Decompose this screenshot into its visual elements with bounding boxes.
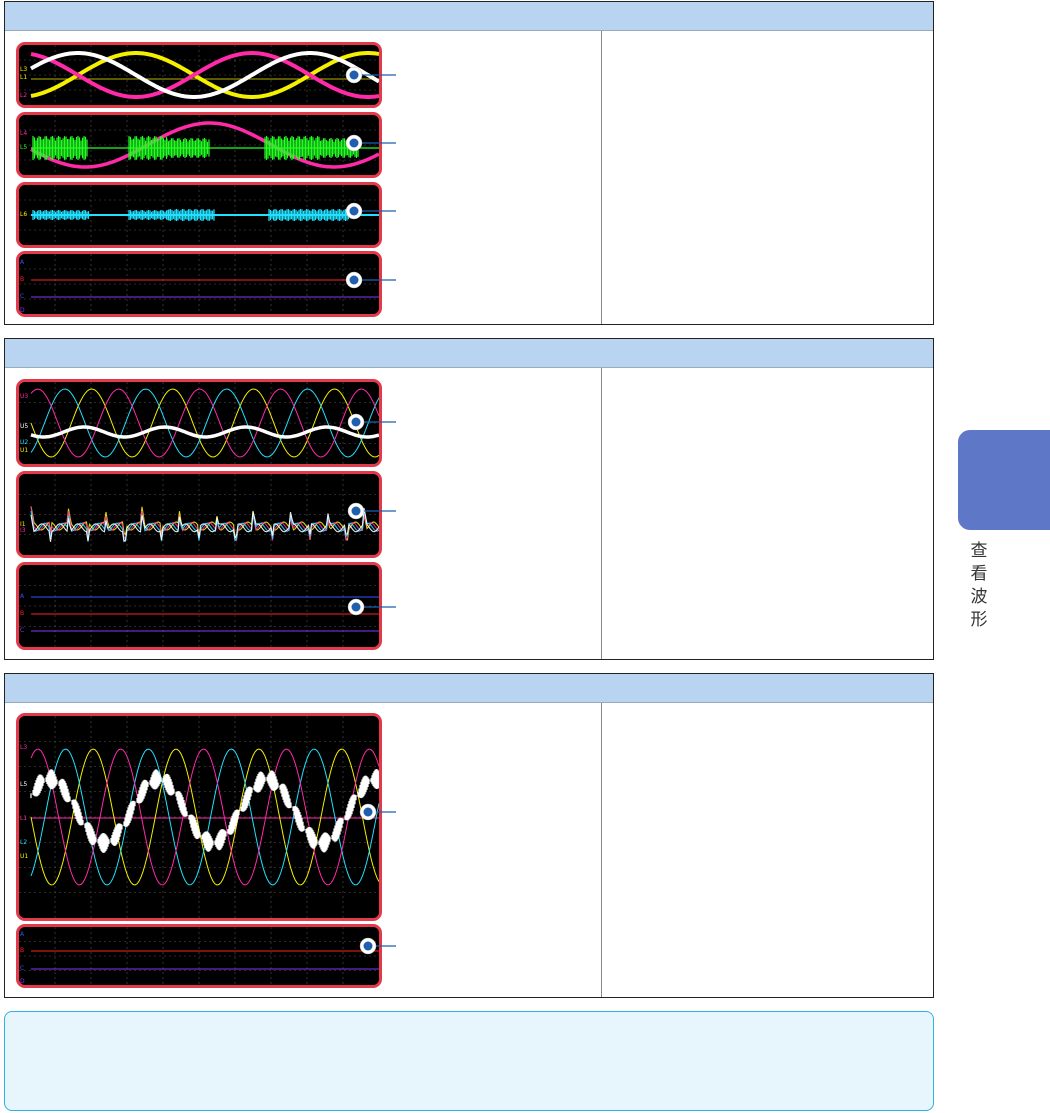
voltage-trace-svg: L3L1 L2 bbox=[19, 45, 379, 105]
waveform-screens: L3 L1 L2 L4 L5 L6 A B CD bbox=[11, 31, 600, 324]
waveform-panel-voltage: L3 L5 L1 L2 U1 bbox=[16, 713, 382, 921]
section-header-2 bbox=[5, 339, 933, 368]
channel-label: B bbox=[20, 610, 24, 617]
waveform-panel-power: L6 bbox=[16, 182, 382, 248]
channel-label: U1 bbox=[20, 853, 28, 860]
chapter-tab[interactable] bbox=[958, 430, 1050, 530]
column-divider bbox=[601, 31, 602, 324]
section-header-3 bbox=[5, 674, 933, 703]
chapter-tab-label: 查 看 波 形 bbox=[970, 541, 988, 630]
current-trace-svg: L4 L5 bbox=[19, 115, 379, 175]
current-trace-svg: I1I3 bbox=[19, 474, 379, 555]
channel-label: B bbox=[20, 276, 24, 283]
channel-label: U1 bbox=[20, 447, 28, 454]
logic-trace-svg: A B C bbox=[19, 565, 379, 647]
l5-burst bbox=[264, 136, 320, 160]
channel-label: L6 bbox=[20, 211, 27, 218]
channel-label: A bbox=[20, 593, 25, 600]
channel-label: L5 bbox=[20, 144, 27, 151]
logic-trace-svg: A B CD bbox=[19, 254, 379, 314]
channel-label: L1 bbox=[20, 815, 27, 822]
l5-burst bbox=[318, 138, 359, 158]
channel-label: C bbox=[20, 627, 24, 634]
channel-label: L3 bbox=[20, 66, 27, 73]
waveform-section-3: L3 L5 L1 L2 U1 A B CD bbox=[4, 673, 934, 998]
power-trace-svg: L6 bbox=[19, 185, 379, 245]
logic-trace-svg: A B CD bbox=[19, 927, 379, 985]
l5-burst bbox=[166, 138, 210, 158]
voltage-trace-svg: L3 L5 L1 L2 U1 bbox=[19, 716, 379, 918]
note-box bbox=[4, 1011, 934, 1111]
channel-label: A bbox=[20, 931, 25, 938]
channel-label: B bbox=[20, 947, 24, 954]
waveform-panel-logic: A B C bbox=[16, 562, 382, 650]
l5-burst bbox=[32, 136, 88, 160]
channel-label: U2 bbox=[20, 439, 28, 446]
channel-label: L1 bbox=[20, 74, 27, 81]
l5-voltage-trace bbox=[30, 769, 379, 853]
channel-label: D bbox=[20, 307, 25, 314]
section-header-1 bbox=[5, 2, 933, 31]
channel-label: U5 bbox=[20, 423, 28, 430]
waveform-panel-logic: A B CD bbox=[16, 924, 382, 988]
u5-voltage-trace bbox=[30, 425, 379, 439]
channel-label: L2 bbox=[20, 92, 27, 99]
waveform-panel-logic: A B CD bbox=[16, 251, 382, 317]
column-divider bbox=[601, 703, 602, 997]
channel-label: L3 bbox=[20, 744, 27, 751]
channel-label: L2 bbox=[20, 839, 27, 846]
waveform-section-2: U3 U5 U2 U1 I1 I3 A B C bbox=[4, 338, 934, 660]
waveform-section-1: L3 L1 L2 L4 L5 L6 A B CD bbox=[4, 1, 934, 325]
channel-label: C bbox=[20, 293, 24, 300]
channel-label: L4 bbox=[20, 130, 27, 137]
waveform-screens: L3 L5 L1 L2 U1 A B CD bbox=[11, 703, 600, 997]
column-divider bbox=[601, 368, 602, 659]
channel-label: U3 bbox=[20, 393, 28, 400]
channel-label: D bbox=[20, 978, 25, 985]
channel-label: C bbox=[20, 965, 24, 972]
waveform-panel-voltage: L3 L1 L2 bbox=[16, 42, 382, 108]
channel-label: I3 bbox=[20, 527, 26, 534]
waveform-panel-current: L4 L5 bbox=[16, 112, 382, 178]
voltage-trace-svg: U3 U5 U2U1 bbox=[19, 382, 379, 464]
waveform-panel-current: I1 I3 bbox=[16, 471, 382, 558]
waveform-screens: U3 U5 U2 U1 I1 I3 A B C bbox=[11, 368, 600, 659]
channel-label: A bbox=[20, 259, 25, 266]
waveform-panel-voltage: U3 U5 U2 U1 bbox=[16, 379, 382, 467]
channel-label: L5 bbox=[20, 781, 27, 788]
l6-burst bbox=[128, 210, 169, 220]
